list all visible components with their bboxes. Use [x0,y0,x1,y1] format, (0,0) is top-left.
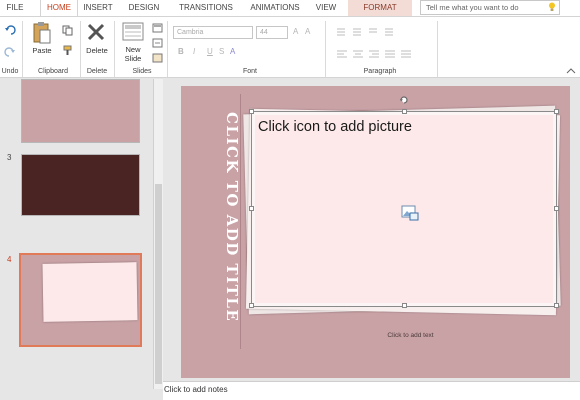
tab-insert[interactable]: INSERT [80,0,116,16]
paragraph-format-icons[interactable] [335,27,425,67]
font-color-button[interactable]: A [230,47,235,56]
slide-thumbnail-4-selected[interactable] [19,253,142,347]
resize-handle-bottom-left[interactable] [249,303,254,308]
strikethrough-button[interactable]: S [219,47,224,56]
title-placeholder-text: CLICK TO ADD TITLE [223,112,241,323]
slide-thumbnails-pane: 3 4 [0,79,152,400]
paragraph-group-label: Paragraph [363,68,397,75]
ribbon: Undo Paste Clipboard Delete Delete New S… [0,16,580,78]
ribbon-separator [325,21,326,77]
section-icon[interactable] [152,53,163,63]
ribbon-separator [22,21,23,77]
delete-button[interactable]: Delete [82,46,112,55]
undo-icon[interactable] [4,25,16,35]
resize-handle-left[interactable] [249,206,254,211]
delete-icon[interactable] [86,22,106,42]
underline-button[interactable]: U [207,47,213,56]
notes-pane[interactable]: Click to add notes [163,381,580,400]
resize-handle-top-left[interactable] [249,109,254,114]
ribbon-separator [114,21,115,77]
tell-me-search-input[interactable]: Tell me what you want to do [420,0,560,15]
new-slide-button-line1[interactable]: New [119,45,147,54]
slides-group-label: Slides [132,68,152,75]
copy-icon[interactable] [62,25,73,36]
reset-icon[interactable] [152,38,163,48]
ribbon-separator [80,21,81,77]
resize-handle-right[interactable] [554,206,559,211]
format-painter-icon[interactable] [62,45,73,56]
slide-number: 3 [7,153,12,162]
slide-thumbnail-2[interactable] [21,79,140,143]
redo-icon[interactable] [4,47,16,57]
tab-format[interactable]: FORMAT [348,0,412,16]
undo-group-label: Undo [1,68,19,75]
grow-font-icon[interactable]: A [293,27,298,36]
paste-icon[interactable] [32,21,52,45]
slide-canvas[interactable]: CLICK TO ADD TITLE Click icon to add pic… [181,86,570,378]
tab-design[interactable]: DESIGN [124,0,164,16]
bold-button[interactable]: B [178,47,184,56]
clipboard-group-label: Clipboard [38,68,68,75]
resize-handle-bottom[interactable] [402,303,407,308]
new-slide-icon[interactable] [122,21,144,43]
ribbon-tab-bar: FILE HOME INSERT DESIGN TRANSITIONS ANIM… [0,0,580,16]
lightbulb-icon [549,2,555,11]
picture-placeholder-text: Click icon to add picture [258,119,412,135]
italic-button[interactable]: I [193,47,195,56]
font-group-label: Font [242,68,257,75]
tab-transitions[interactable]: TRANSITIONS [170,0,242,16]
thumbnails-scrollbar[interactable] [153,79,163,389]
picture-placeholder-fill: Click icon to add picture [255,115,553,303]
shrink-font-icon[interactable]: A [305,27,310,36]
new-slide-button-line2[interactable]: Slide [119,54,147,63]
slide-scrollbar[interactable] [572,80,580,380]
resize-handle-bottom-right[interactable] [554,303,559,308]
insert-picture-icon[interactable] [401,205,419,221]
tab-view[interactable]: VIEW [310,0,342,16]
text-placeholder[interactable]: Click to add text [181,332,570,339]
ribbon-separator [167,21,168,77]
font-family-select[interactable]: Cambria [173,26,253,39]
tab-file[interactable]: FILE [0,0,30,16]
layout-icon[interactable] [152,23,163,33]
paste-button[interactable]: Paste [27,46,57,55]
tab-home[interactable]: HOME [40,0,78,16]
slide-number: 4 [7,255,12,264]
resize-handle-top-right[interactable] [554,109,559,114]
title-placeholder[interactable]: CLICK TO ADD TITLE [195,94,241,349]
scrollbar-thumb[interactable] [155,184,162,384]
delete-group-label: Delete [86,68,108,75]
notes-placeholder: Click to add notes [164,385,228,394]
thumbnail-photo-frame [42,262,138,322]
collapse-ribbon-icon[interactable] [566,67,576,75]
ribbon-separator [437,21,438,77]
tab-animations[interactable]: ANIMATIONS [240,0,310,16]
rotate-handle-icon[interactable] [399,95,409,105]
resize-handle-top[interactable] [402,109,407,114]
picture-placeholder[interactable]: Click icon to add picture [249,109,559,308]
font-size-select[interactable]: 44 [256,26,288,39]
slide-thumbnail-3[interactable] [21,154,140,216]
